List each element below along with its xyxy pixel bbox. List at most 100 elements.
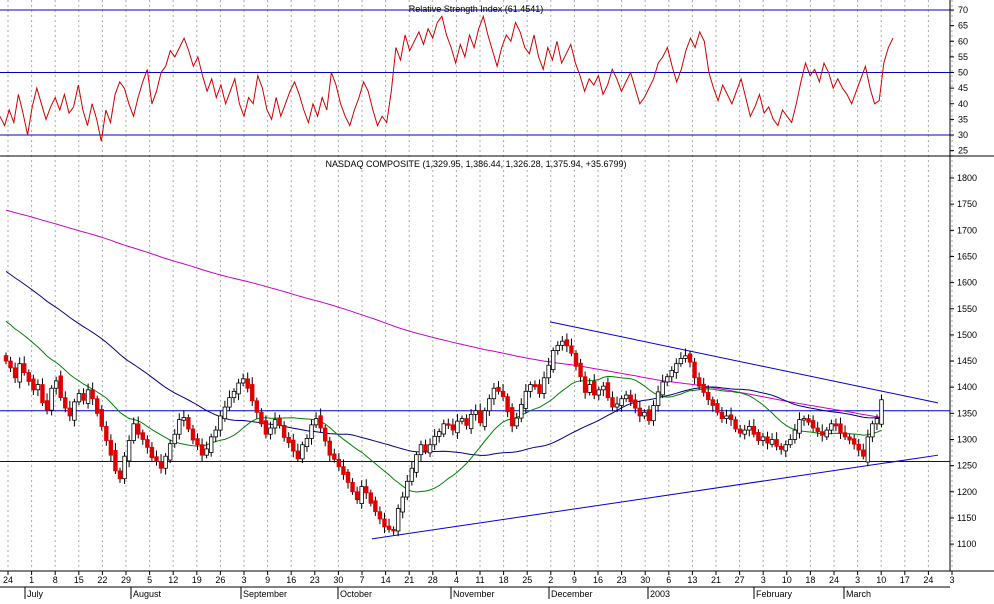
candle-body — [22, 363, 27, 373]
candle-body — [186, 417, 191, 430]
candle-body — [505, 396, 510, 413]
candle-body — [687, 353, 693, 363]
candle-body — [478, 410, 483, 424]
candle-body — [646, 409, 652, 422]
candle-body — [555, 344, 560, 351]
x-tick-label: 21 — [711, 575, 721, 585]
x-tick-label: 24 — [3, 575, 13, 585]
candle-body — [236, 382, 241, 395]
x-tick-label: 23 — [310, 575, 320, 585]
candle-body — [377, 511, 383, 520]
candle-body — [341, 466, 346, 475]
candle-body — [838, 423, 843, 434]
candle-body — [578, 362, 583, 378]
candle-body — [509, 407, 515, 427]
rsi-tick-label: 50 — [958, 68, 968, 78]
candle-body — [601, 385, 606, 391]
candle-body — [619, 398, 624, 406]
month-label: February — [756, 589, 793, 599]
month-label: July — [27, 589, 44, 599]
price-tick-label: 1450 — [957, 356, 977, 366]
candle-body — [582, 376, 588, 393]
candle-body — [432, 435, 437, 446]
candle-body — [26, 372, 31, 382]
candle-body — [464, 418, 469, 426]
price-tick-label: 1100 — [957, 539, 976, 549]
candle-body — [610, 397, 615, 408]
month-label: August — [133, 589, 162, 599]
price-tick-label: 1650 — [957, 251, 977, 261]
candle-body — [806, 418, 811, 423]
candle-body — [737, 428, 743, 434]
candle-body — [359, 486, 364, 504]
x-tick-label: 13 — [687, 575, 697, 585]
candle-body — [742, 429, 747, 435]
candle-body — [706, 392, 711, 401]
candle-body — [63, 397, 68, 409]
x-tick-label: 9 — [265, 575, 270, 585]
candle-body — [145, 439, 150, 448]
candle-body — [222, 406, 228, 420]
candle-body — [683, 355, 688, 359]
candle-body — [824, 429, 829, 438]
candle-body — [208, 436, 214, 453]
price-tick-label: 1300 — [957, 435, 977, 445]
month-label: October — [340, 589, 372, 599]
candle-body — [797, 419, 802, 434]
candle-body — [651, 405, 656, 422]
x-tick-label: 11 — [475, 575, 484, 585]
candle-body — [17, 363, 22, 383]
candle-body — [874, 418, 880, 425]
candle-body — [373, 500, 378, 513]
candle-body — [318, 415, 323, 429]
candle-body — [783, 444, 788, 452]
candle-body — [450, 424, 456, 431]
candle-body — [245, 378, 250, 389]
candle-body — [3, 355, 9, 362]
candle-body — [364, 486, 369, 494]
candle-body — [345, 471, 351, 483]
candle-body — [350, 481, 355, 493]
candle-body — [747, 426, 752, 431]
candle-body — [596, 389, 601, 396]
candle-body — [327, 440, 332, 456]
price-tick-label: 1400 — [957, 382, 977, 392]
candle-body — [58, 375, 63, 399]
candle-body — [760, 436, 766, 441]
candle-body — [195, 438, 200, 446]
x-tick-label: 5 — [147, 575, 152, 585]
candle-body — [879, 399, 884, 425]
candle-body — [710, 399, 715, 406]
rsi-tick-label: 45 — [958, 83, 968, 93]
candle-body — [788, 439, 793, 446]
candle-body — [774, 439, 779, 447]
candle-body — [655, 391, 661, 406]
price-tick-label: 1800 — [957, 173, 977, 183]
candle-body — [8, 360, 13, 369]
price-tick-label: 1350 — [957, 408, 977, 418]
candle-body — [272, 419, 278, 429]
candle-body — [592, 381, 597, 396]
candle-body — [122, 455, 127, 480]
candle-body — [172, 433, 177, 445]
month-label: September — [243, 589, 287, 599]
candle-body — [90, 389, 95, 400]
rsi-tick-label: 55 — [958, 52, 968, 62]
candle-body — [733, 419, 738, 430]
candle-body — [154, 456, 159, 462]
candle-body — [446, 423, 451, 426]
x-tick-label: 21 — [404, 575, 414, 585]
x-tick-label: 3 — [761, 575, 766, 585]
x-tick-label: 18 — [499, 575, 509, 585]
candle-body — [354, 491, 360, 501]
candle-body — [309, 424, 314, 439]
candle-body — [423, 444, 428, 452]
rsi-tick-label: 60 — [958, 36, 968, 46]
x-tick-label: 8 — [53, 575, 58, 585]
rsi-tick-label: 35 — [958, 114, 968, 124]
price-tick-label: 1550 — [957, 304, 977, 314]
candle-body — [436, 431, 442, 437]
candle-body — [291, 439, 296, 452]
candle-body — [263, 420, 269, 435]
candle-body — [53, 380, 59, 389]
